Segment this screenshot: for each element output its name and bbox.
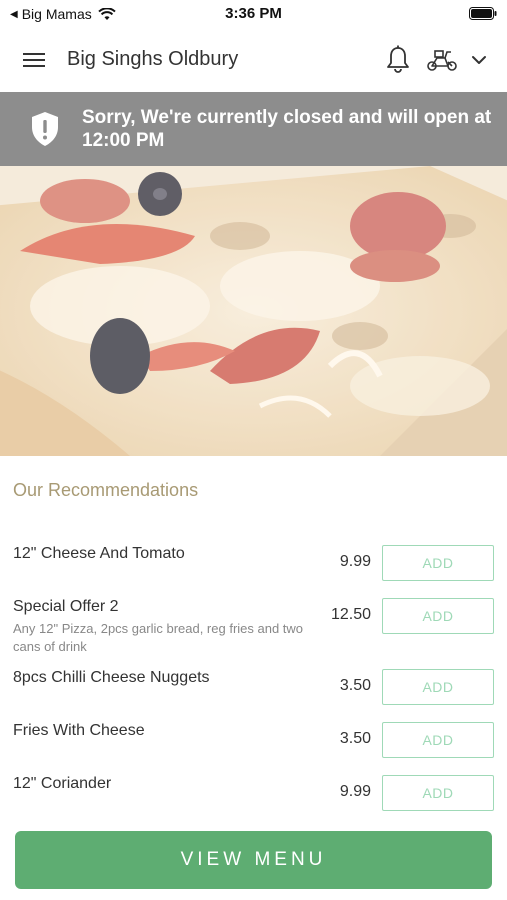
hamburger-menu-icon[interactable] — [20, 47, 48, 73]
item-price: 12.50 — [330, 606, 371, 623]
item-name: Fries With Cheese — [13, 722, 145, 739]
closed-message: Sorry, We're currently closed and will o… — [82, 107, 492, 151]
chevron-down-icon[interactable] — [468, 50, 490, 70]
store-name: Big Singhs Oldbury — [67, 48, 239, 70]
app-header: Big Singhs Oldbury — [0, 28, 507, 92]
item-price: 9.99 — [339, 553, 371, 570]
status-bar: ◀ Big Mamas 3:36 PM — [0, 0, 507, 28]
item-price: 3.50 — [339, 730, 371, 747]
item-name: 12" Cheese And Tomato — [13, 545, 185, 562]
add-button[interactable]: ADD — [382, 598, 494, 634]
recommendations-title: Our Recommendations — [13, 480, 199, 500]
clock: 3:36 PM — [225, 5, 282, 22]
scooter-delivery-icon[interactable] — [425, 46, 459, 74]
pizza-illustration — [0, 166, 507, 456]
add-button[interactable]: ADD — [382, 775, 494, 811]
battery-icon — [469, 7, 497, 20]
item-name: Special Offer 2 — [13, 598, 119, 615]
item-name: 12" Coriander — [13, 775, 112, 792]
item-price: 9.99 — [339, 783, 371, 800]
shield-alert-icon — [32, 112, 58, 146]
bell-icon[interactable] — [384, 44, 412, 74]
closed-banner: Sorry, We're currently closed and will o… — [0, 92, 507, 166]
add-button[interactable]: ADD — [382, 545, 494, 581]
hero-pizza-image — [0, 166, 507, 456]
view-menu-button[interactable]: VIEW MENU — [15, 831, 492, 889]
add-button[interactable]: ADD — [382, 669, 494, 705]
item-price: 3.50 — [339, 677, 371, 694]
item-name: 8pcs Chilli Cheese Nuggets — [13, 669, 210, 686]
add-button[interactable]: ADD — [382, 722, 494, 758]
item-description: Any 12" Pizza, 2pcs garlic bread, reg fr… — [13, 621, 304, 654]
